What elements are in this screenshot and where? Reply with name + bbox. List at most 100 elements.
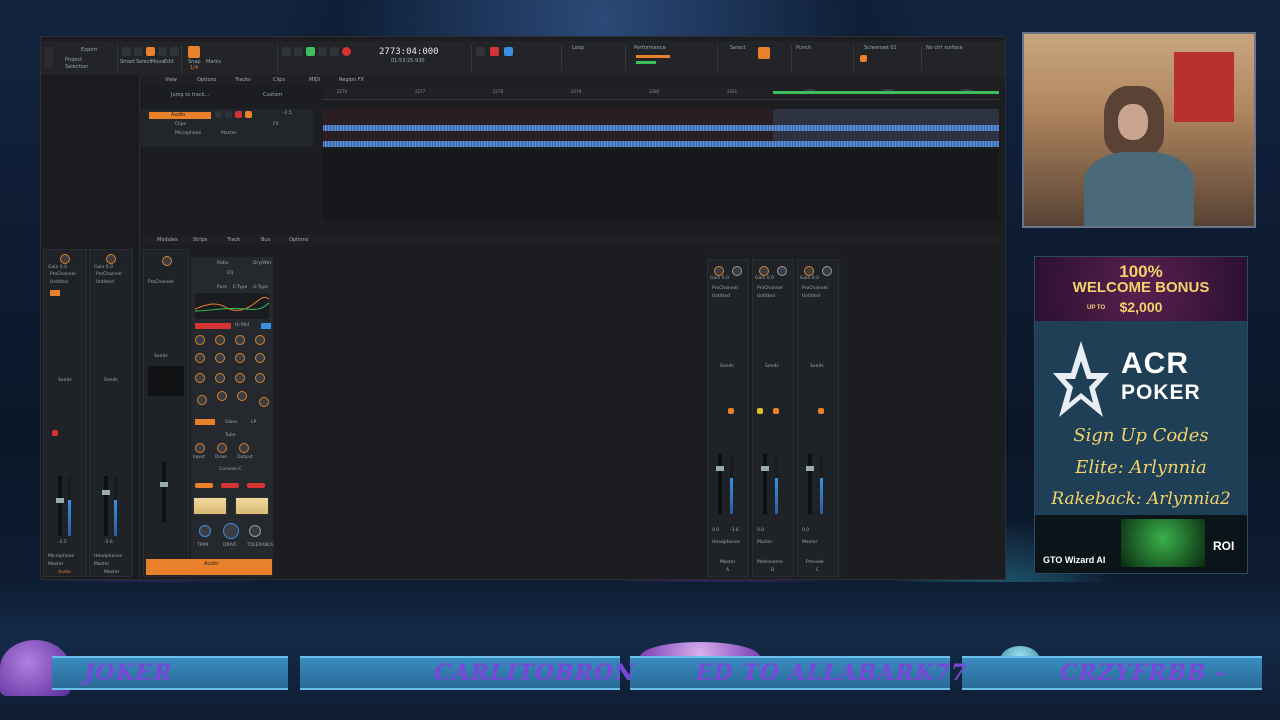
bus-name[interactable]: Master xyxy=(720,560,735,565)
volume-fader[interactable] xyxy=(104,476,108,536)
menu-midi[interactable]: MIDI xyxy=(309,77,320,83)
bus-name[interactable]: Preview xyxy=(806,560,824,565)
output-select[interactable]: Master xyxy=(757,540,772,545)
track-header[interactable]: Audio -2.5 Clips Microphone Master FX xyxy=(141,109,313,147)
control-surface-label[interactable]: No ctrl surface xyxy=(926,45,963,51)
eq-knob[interactable] xyxy=(235,373,245,383)
fader-cap[interactable] xyxy=(761,466,769,471)
menu-view[interactable]: View xyxy=(165,77,177,83)
tube-drive-knob[interactable] xyxy=(217,443,227,453)
track-output[interactable]: Master xyxy=(221,131,236,136)
tab-track[interactable]: Track xyxy=(227,237,240,243)
sends-area[interactable] xyxy=(148,366,184,396)
loop-region[interactable] xyxy=(773,91,999,94)
track-input[interactable]: Microphone xyxy=(175,131,201,136)
fast-forward-icon[interactable] xyxy=(330,47,339,56)
tube-input-knob[interactable] xyxy=(195,443,205,453)
trim-knob[interactable] xyxy=(199,525,211,537)
tab-options[interactable]: Options xyxy=(289,237,308,243)
tolerance-knob[interactable] xyxy=(249,525,261,537)
pan-knob[interactable] xyxy=(777,266,787,276)
volume-fader[interactable] xyxy=(763,454,767,514)
draw-tool-icon[interactable] xyxy=(170,47,179,56)
output-select[interactable]: Master xyxy=(94,562,109,567)
console-type-e[interactable] xyxy=(247,483,265,488)
eq-knob[interactable] xyxy=(255,353,265,363)
volume-fader[interactable] xyxy=(162,462,166,522)
input-select[interactable]: Headphones xyxy=(94,554,122,559)
bus-mute-button[interactable] xyxy=(818,408,824,414)
eq-knob[interactable] xyxy=(235,335,245,345)
eq-gtype[interactable]: G-Type xyxy=(253,285,268,290)
tab-modules[interactable]: Modules xyxy=(157,237,178,243)
fader-cap[interactable] xyxy=(102,490,110,495)
gain-knob[interactable] xyxy=(714,266,724,276)
eq-knob[interactable] xyxy=(235,353,245,363)
play-icon[interactable] xyxy=(306,47,315,56)
eq-pure[interactable]: Pure xyxy=(217,285,227,290)
eq-knob[interactable] xyxy=(215,373,225,383)
menu-options[interactable]: Options xyxy=(197,77,216,83)
edit-tool-icon[interactable] xyxy=(158,47,167,56)
fader-cap[interactable] xyxy=(56,498,64,503)
fader-cap[interactable] xyxy=(160,482,168,487)
eq-knob[interactable] xyxy=(195,335,205,345)
fader-cap[interactable] xyxy=(806,466,814,471)
eq-knob[interactable] xyxy=(197,395,207,405)
screenset-1[interactable] xyxy=(860,55,867,62)
input-select[interactable]: Microphone xyxy=(48,554,74,559)
record-arm-icon[interactable] xyxy=(490,47,499,56)
lp-label[interactable]: LP xyxy=(251,420,256,425)
console-type-s[interactable] xyxy=(195,483,213,488)
screenset-label[interactable]: Screenset 01 xyxy=(864,45,897,51)
eq-knob[interactable] xyxy=(215,335,225,345)
volume-fader[interactable] xyxy=(58,476,62,536)
track-volume[interactable]: -2.5 xyxy=(283,111,292,116)
track-fx-label[interactable]: FX xyxy=(273,122,279,127)
pan-knob[interactable] xyxy=(732,266,742,276)
tab-bus[interactable]: Bus xyxy=(261,237,270,243)
bus-mute-button[interactable] xyxy=(728,408,734,414)
stop-icon[interactable] xyxy=(294,47,303,56)
timeline-ruler[interactable]: 2276 2277 2278 2279 2280 2281 2282 2283 … xyxy=(323,87,999,100)
menu-region-fx[interactable]: Region FX xyxy=(339,77,364,83)
move-tool-icon[interactable] xyxy=(146,47,155,56)
track-solo-button[interactable] xyxy=(225,111,232,118)
drive-knob[interactable] xyxy=(223,523,239,539)
output-select[interactable]: Headphones xyxy=(712,540,740,545)
eq-band-high[interactable] xyxy=(261,323,271,329)
eq-knob[interactable] xyxy=(259,397,269,407)
export-button[interactable]: Export xyxy=(81,47,97,53)
tube-output-knob[interactable] xyxy=(239,443,249,453)
fader-cap[interactable] xyxy=(716,466,724,471)
track-view-preset[interactable]: Custom xyxy=(263,92,282,98)
bus-solo-button[interactable] xyxy=(773,408,779,414)
eq-knob[interactable] xyxy=(237,391,247,401)
bus-mute-button[interactable] xyxy=(757,408,763,414)
select-toggle[interactable] xyxy=(758,47,770,59)
gloss-label[interactable]: Gloss xyxy=(225,420,237,425)
gain-knob[interactable] xyxy=(759,266,769,276)
preset-label[interactable]: Untitled xyxy=(712,294,730,299)
eq-power[interactable] xyxy=(195,419,215,425)
strip-name[interactable]: Audio xyxy=(58,570,71,575)
mute-all-icon[interactable] xyxy=(476,47,485,56)
output-select[interactable]: Master xyxy=(802,540,817,545)
eq-band-low[interactable] xyxy=(195,323,231,329)
prochannel-power[interactable] xyxy=(50,290,60,296)
loop-icon[interactable] xyxy=(504,47,513,56)
pause-icon[interactable] xyxy=(318,47,327,56)
time-display[interactable]: 2773:04:000 xyxy=(379,47,439,57)
output-select[interactable]: Master xyxy=(48,562,63,567)
gain-knob[interactable] xyxy=(804,266,814,276)
tab-strips[interactable]: Strips xyxy=(193,237,207,243)
eq-knob[interactable] xyxy=(195,373,205,383)
snap-value[interactable]: 1/4 xyxy=(190,65,198,71)
console-type-n[interactable] xyxy=(221,483,239,488)
bus-name[interactable]: Metronome xyxy=(757,560,783,565)
track-mute-button[interactable] xyxy=(215,111,222,118)
track-name-field[interactable]: Audio xyxy=(149,112,211,119)
select-tool-icon[interactable] xyxy=(134,47,143,56)
gain-knob[interactable] xyxy=(106,254,116,264)
eq-knob[interactable] xyxy=(255,373,265,383)
